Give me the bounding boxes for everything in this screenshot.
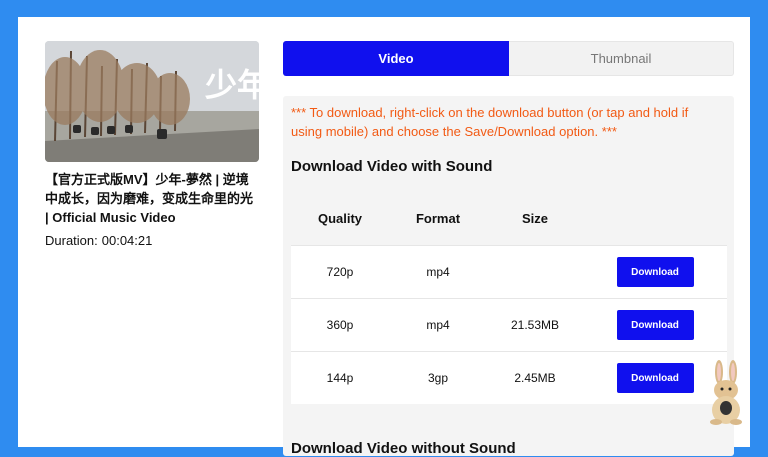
duration-label: Duration: [45,233,98,248]
cell-size: 2.45MB [514,371,556,385]
duration-value: 00:04:21 [101,233,153,248]
header-format: Format [415,211,461,226]
cell-format: mp4 [426,318,450,332]
cell-format: 3gp [427,371,449,385]
section-title-with-sound: Download Video with Sound [291,158,493,175]
table-row: 720p mp4 Download [291,245,727,298]
header-size: Size [521,211,548,226]
table-header: Quality Format Size [291,192,727,245]
download-panel: *** To download, right-click on the down… [283,96,734,457]
video-title: 【官方正式版MV】少年-夢然 | 逆境中成长，因为磨难，变成生命里的光 | Of… [45,172,254,225]
rabbit-mascot-icon[interactable] [704,360,748,426]
cell-format: mp4 [426,265,450,279]
cell-quality: 144p [326,371,354,385]
cell-size: 21.53MB [510,318,560,332]
cell-quality: 360p [326,318,354,332]
table-row: 144p 3gp 2.45MB Download [291,351,727,404]
download-notice: *** To download, right-click on the down… [291,105,689,139]
video-duration: Duration: 00:04:21 [45,233,152,248]
download-button[interactable]: Download [616,310,694,340]
main-card: 少年 【官方正式版MV】少年-夢然 | 逆境中成长，因为磨难，变成生命里的光 |… [18,17,750,457]
download-button[interactable]: Download [616,363,694,393]
video-thumbnail[interactable]: 少年 [45,41,259,162]
header-quality: Quality [317,211,363,226]
table-row: 360p mp4 21.53MB Download [291,298,727,351]
section-title-without-sound: Download Video without Sound [291,440,516,457]
download-button[interactable]: Download [616,257,694,287]
download-table: Quality Format Size 720p mp4 Download 36… [291,192,727,404]
tab-bar: Video Thumbnail [283,41,734,76]
cell-quality: 720p [326,265,354,279]
tab-thumbnail[interactable]: Thumbnail [509,41,734,76]
thumb-overlay-text: 少年 [205,66,259,104]
tab-video[interactable]: Video [283,41,509,76]
